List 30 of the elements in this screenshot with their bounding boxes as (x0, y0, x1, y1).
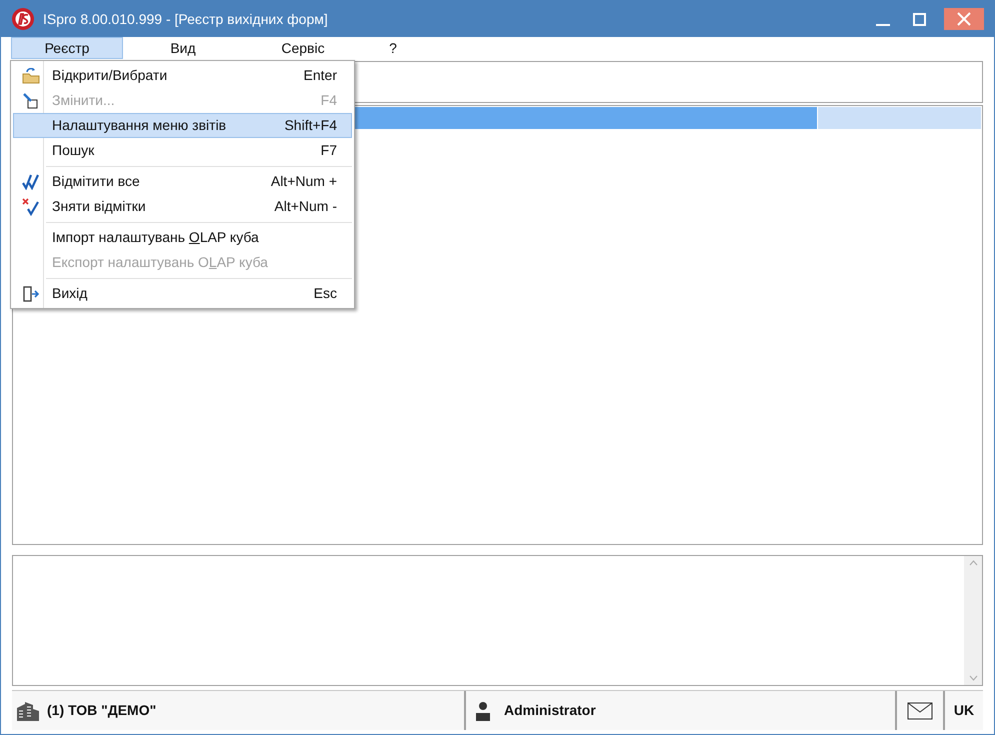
scroll-down-icon (968, 675, 978, 681)
language-indicator[interactable]: UK (945, 691, 983, 730)
menu-item[interactable]: Зняти відмітки Alt+Num - (13, 194, 352, 219)
window-title: ISpro 8.00.010.999 - [Реєстр вихідних форм] (43, 10, 328, 29)
app-logo-icon (11, 7, 35, 31)
menu-item[interactable]: Пошук F7 (13, 138, 352, 163)
close-button[interactable] (944, 8, 984, 30)
folder-icon (22, 68, 40, 84)
cross-check-icon (22, 198, 40, 216)
scrollbar[interactable] (964, 556, 982, 685)
document-pencil-icon (23, 92, 39, 108)
double-check-icon (22, 174, 40, 190)
mail-button[interactable] (895, 691, 945, 730)
user-text: Administrator (504, 701, 596, 720)
exit-door-icon (22, 284, 40, 302)
close-icon (957, 12, 971, 26)
menu-bar-item[interactable]: Вид (123, 37, 243, 59)
menu-item[interactable]: Імпорт налаштувань OLAP куба (13, 225, 352, 250)
menu-item[interactable]: Налаштування меню звітів Shift+F4 (13, 113, 352, 138)
menu-item[interactable]: Відкрити/Вибрати Enter (13, 63, 352, 88)
menu-bar-item[interactable]: ? (363, 37, 423, 59)
menu-bar-item[interactable]: Сервіс (243, 37, 363, 59)
menu-item[interactable]: Відмітити все Alt+Num + (13, 169, 352, 194)
menu-bar-item[interactable]: Реєстр (11, 37, 123, 59)
person-icon (476, 700, 490, 720)
building-icon (15, 700, 41, 722)
envelope-icon (907, 702, 933, 720)
menu-item[interactable]: Вихід Esc (13, 281, 352, 306)
scroll-up-icon (968, 560, 978, 566)
organization-text: (1) ТОВ "ДЕМО" (47, 701, 156, 720)
